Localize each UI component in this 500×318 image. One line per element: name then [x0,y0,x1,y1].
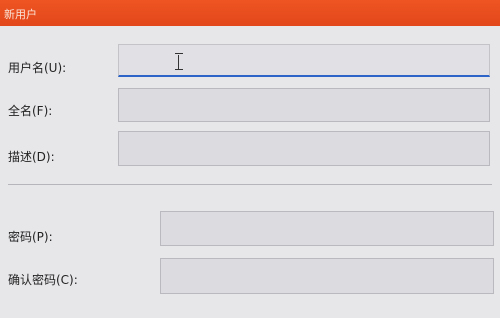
confirm-password-input[interactable] [160,258,494,294]
description-label: 描述(D): [8,150,55,164]
username-label: 用户名(U): [8,61,67,75]
text-cursor-icon [175,53,183,71]
password-label: 密码(P): [8,230,53,244]
password-input[interactable] [160,211,494,246]
window-title: 新用户 [4,8,37,21]
title-bar[interactable]: 新用户 [0,0,500,26]
username-input[interactable] [118,44,490,77]
fullname-input[interactable] [118,88,490,122]
fullname-label: 全名(F): [8,104,53,118]
description-input[interactable] [118,131,490,166]
section-divider [8,184,492,185]
confirm-password-label: 确认密码(C): [8,273,78,287]
